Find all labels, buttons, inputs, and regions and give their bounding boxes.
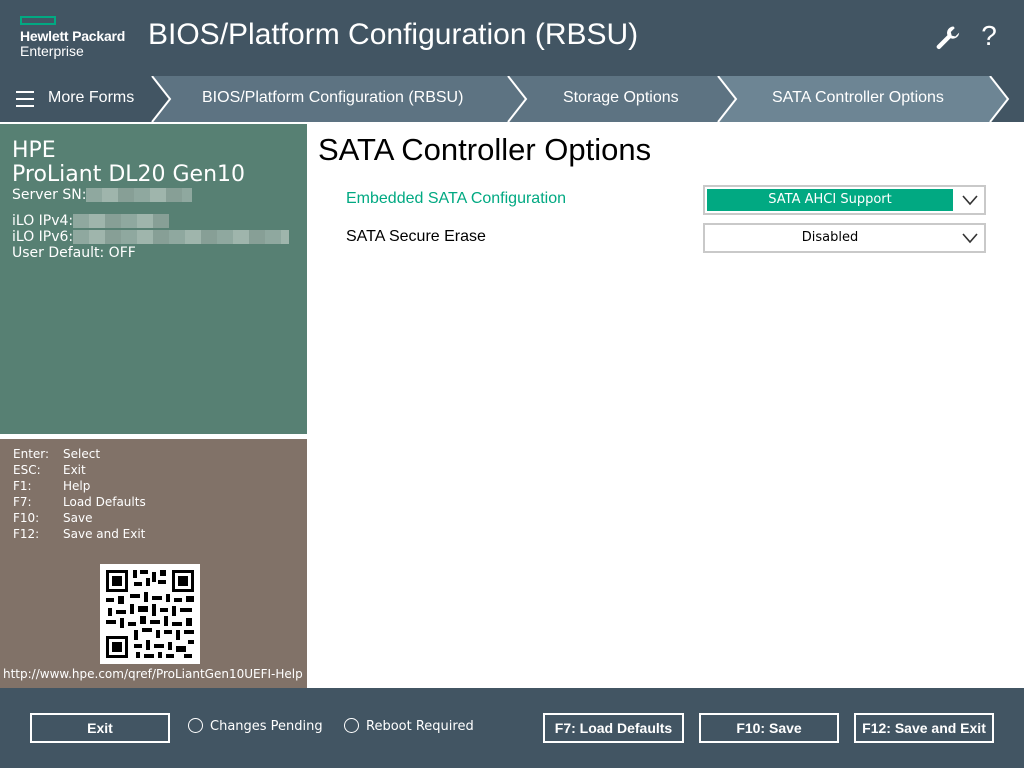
save-and-exit-button[interactable]: F12: Save and Exit (854, 713, 994, 743)
chevron-down-icon (962, 233, 978, 244)
footer: Exit Changes Pending Reboot Required F7:… (0, 688, 1024, 768)
key-action: Exit (63, 463, 86, 477)
sata-secure-erase-label[interactable]: SATA Secure Erase (346, 227, 486, 247)
key-action: Save and Exit (63, 527, 146, 541)
key-help-row: F10: Save (13, 510, 92, 526)
key-action: Help (63, 479, 91, 493)
hamburger-menu-icon (16, 91, 34, 107)
logo-line2: Enterprise (20, 43, 84, 59)
server-brand: HPE (12, 138, 56, 163)
changes-pending-label: Changes Pending (210, 719, 323, 734)
logo-line1: Hewlett Packard (20, 28, 126, 44)
key-help-row: F7: Load Defaults (13, 494, 146, 510)
key-action: Save (63, 511, 93, 525)
embedded-sata-configuration-label[interactable]: Embedded SATA Configuration (346, 189, 566, 209)
key-name: ESC: (13, 463, 41, 477)
embedded-sata-configuration-select[interactable]: SATA AHCI Support (703, 185, 986, 215)
key-name: F12: (13, 527, 40, 541)
key-name: F7: (13, 495, 32, 509)
key-name: F1: (13, 479, 32, 493)
breadcrumb-item-storage-options[interactable]: Storage Options (563, 76, 679, 122)
sata-secure-erase-select[interactable]: Disabled (703, 223, 986, 253)
redacted-ipv6 (73, 230, 290, 244)
reboot-required-label: Reboot Required (366, 719, 474, 734)
breadcrumb-item-rbsu[interactable]: BIOS/Platform Configuration (RBSU) (202, 76, 463, 122)
key-help-row: ESC: Exit (13, 462, 86, 478)
key-help-row: Enter: Select (13, 446, 100, 462)
breadcrumb-item-sata-controller-options[interactable]: SATA Controller Options (772, 76, 944, 122)
server-model: ProLiant DL20 Gen10 (12, 162, 246, 187)
key-name: Enter: (13, 447, 50, 461)
changes-pending-indicator: Changes Pending (188, 718, 323, 736)
qr-code-icon (100, 564, 200, 664)
app-title: BIOS/Platform Configuration (RBSU) (148, 18, 639, 51)
user-default-status: User Default: OFF (12, 245, 136, 261)
server-serial: Server SN: (12, 186, 193, 204)
more-forms-button[interactable]: More Forms (0, 76, 152, 122)
ilo-ipv6-label: iLO IPv6: (12, 229, 74, 245)
changes-pending-radio-icon (188, 718, 203, 733)
redacted-serial (86, 188, 193, 202)
main-content: SATA Controller Options Embedded SATA Co… (307, 124, 1024, 688)
logo-bar (20, 16, 56, 25)
embedded-sata-configuration-value: SATA AHCI Support (707, 189, 953, 211)
wrench-icon[interactable] (934, 24, 962, 52)
redacted-ipv4 (73, 214, 170, 228)
key-help-panel: Enter: Select ESC: Exit F1: Help F7: Load De… (0, 439, 307, 688)
more-forms-label: More Forms (48, 89, 135, 106)
key-help-row: F12: Save and Exit (13, 526, 145, 542)
exit-button[interactable]: Exit (30, 713, 170, 743)
page-title: SATA Controller Options (318, 132, 652, 167)
key-action: Load Defaults (63, 495, 146, 509)
breadcrumb: More Forms BIOS/Platform Configuration (… (0, 76, 1024, 122)
save-button[interactable]: F10: Save (699, 713, 839, 743)
chevron-down-icon (962, 195, 978, 206)
key-help-row: F1: Help (13, 478, 90, 494)
ilo-ipv4-label: iLO IPv4: (12, 213, 74, 229)
key-name: F10: (13, 511, 40, 525)
server-info-panel: HPE ProLiant DL20 Gen10 Server SN: iLO I… (0, 124, 307, 434)
sata-secure-erase-value: Disabled (801, 230, 859, 245)
help-icon[interactable]: ? (977, 18, 1001, 54)
hpe-logo: Hewlett Packard Enterprise (20, 16, 125, 59)
key-action: Select (63, 447, 101, 461)
reboot-required-radio-icon (344, 718, 359, 733)
load-defaults-button[interactable]: F7: Load Defaults (543, 713, 684, 743)
header: Hewlett Packard Enterprise BIOS/Platform… (0, 0, 1024, 76)
server-serial-label: Server SN: (12, 187, 87, 203)
help-url: http://www.hpe.com/qref/ProLiantGen10UEF… (3, 667, 303, 681)
reboot-required-indicator: Reboot Required (344, 718, 474, 736)
